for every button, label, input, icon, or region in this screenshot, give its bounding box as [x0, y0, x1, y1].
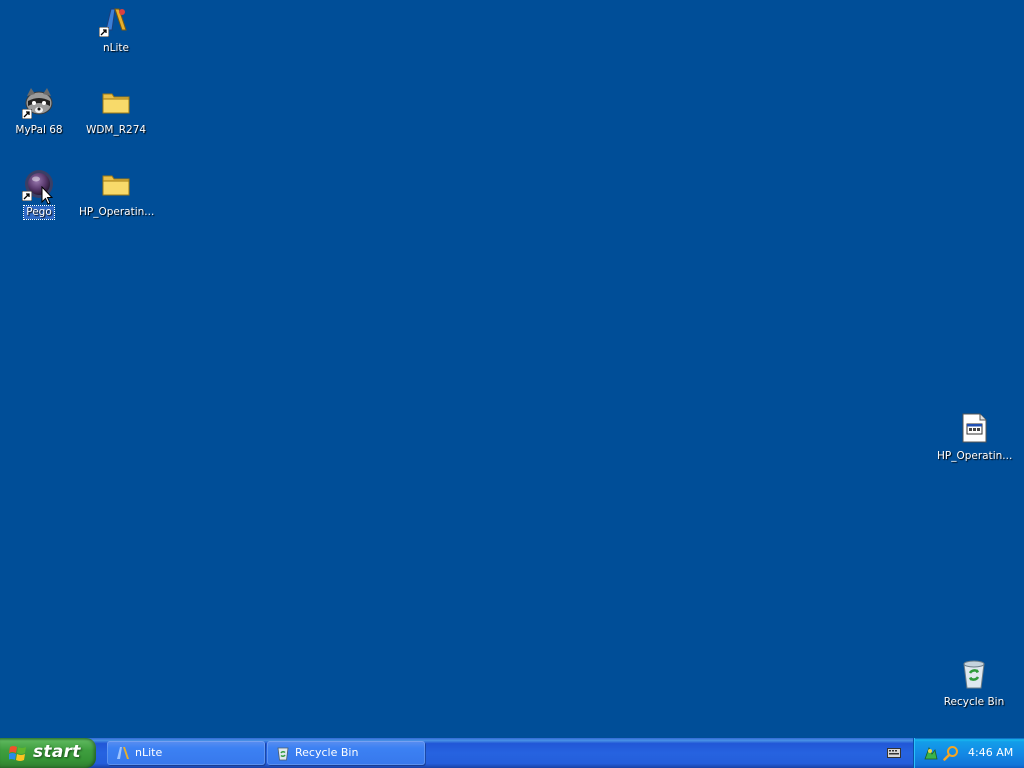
- desktop-icon-label: Pego: [23, 205, 55, 220]
- shortcut-arrow-icon: [99, 27, 109, 37]
- desktop-icon-hp-folder[interactable]: HP_Operatin...: [77, 168, 155, 219]
- nlite-icon: [99, 4, 132, 37]
- mouse-cursor-icon: [41, 186, 53, 205]
- shortcut-arrow-icon: [22, 109, 32, 119]
- desktop-icon-label: Recycle Bin: [943, 696, 1005, 708]
- taskbar-button-recycle-bin[interactable]: Recycle Bin: [267, 741, 425, 765]
- desktop-icon-pego[interactable]: Pego: [0, 168, 78, 220]
- keyboard-icon[interactable]: [887, 748, 901, 758]
- taskbar-button-label: nLite: [135, 746, 163, 759]
- desktop-icon-hp-application[interactable]: HP_Operatin...: [935, 412, 1013, 463]
- desktop-icon-label: nLite: [103, 42, 129, 54]
- nlite-icon: [117, 747, 129, 759]
- desktop-icon-mypal[interactable]: MyPal 68: [0, 86, 78, 137]
- taskbar-button-nlite[interactable]: nLite: [107, 741, 265, 765]
- desktop-icon-label: HP_Operatin...: [937, 450, 1013, 462]
- desktop[interactable]: nLite MyPal 68 WDM_R274 Pego HP_Operatin…: [0, 0, 1024, 738]
- shortcut-arrow-icon: [22, 191, 32, 201]
- desktop-icon-label: MyPal 68: [15, 124, 63, 136]
- clock[interactable]: 4:46 AM: [968, 746, 1013, 759]
- desktop-icon-recycle-bin[interactable]: Recycle Bin: [935, 658, 1013, 709]
- start-button[interactable]: start: [0, 738, 96, 768]
- desktop-icon-nlite[interactable]: nLite: [77, 4, 155, 55]
- network-icon[interactable]: [923, 745, 939, 761]
- desktop-icon-wdm-folder[interactable]: WDM_R274: [77, 86, 155, 137]
- taskbar: start nLite Recycle Bin 4:46 AM: [0, 738, 1024, 768]
- start-label: start: [33, 742, 81, 762]
- application-window-icon: [958, 412, 990, 444]
- taskbar-button-label: Recycle Bin: [295, 746, 359, 759]
- desktop-icon-label: WDM_R274: [85, 124, 147, 136]
- folder-icon: [100, 168, 132, 200]
- folder-icon: [100, 86, 132, 118]
- recycle-bin-icon: [958, 658, 990, 690]
- desktop-icon-label: HP_Operatin...: [79, 206, 155, 218]
- recycle-bin-icon: [277, 747, 289, 761]
- raccoon-icon: [22, 86, 55, 119]
- windows-logo-icon: [9, 746, 26, 761]
- search-icon[interactable]: [943, 745, 959, 761]
- system-tray: 4:46 AM: [913, 738, 1024, 768]
